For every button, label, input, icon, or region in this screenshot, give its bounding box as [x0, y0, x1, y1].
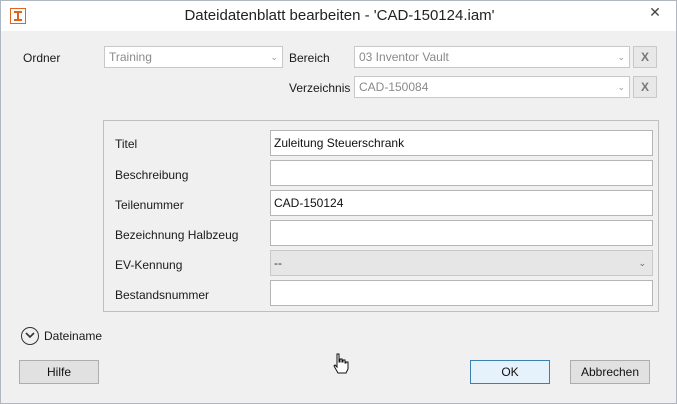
- verzeichnis-label: Verzeichnis: [289, 81, 351, 95]
- dialog-window: Dateidatenblatt bearbeiten - 'CAD-150124…: [0, 0, 677, 404]
- property-label-titel: Titel: [115, 137, 138, 151]
- verzeichnis-value: CAD-150084: [359, 80, 429, 94]
- ev-kennung-value: --: [274, 256, 282, 270]
- bestandsnummer-field[interactable]: [270, 280, 653, 306]
- titel-value: Zuleitung Steuerschrank: [274, 136, 405, 150]
- help-button[interactable]: Hilfe: [19, 360, 99, 384]
- chevron-down-icon: ⌄: [270, 52, 278, 62]
- property-label-bezeichnung-halbzeug: Bezeichnung Halbzeug: [115, 228, 239, 242]
- ordner-label: Ordner: [23, 51, 61, 65]
- close-icon: ✕: [649, 4, 661, 20]
- window-title: Dateidatenblatt bearbeiten - 'CAD-150124…: [184, 7, 495, 24]
- teilenummer-value: CAD-150124: [274, 196, 344, 210]
- verzeichnis-combo[interactable]: CAD-150084 ⌄: [354, 76, 630, 98]
- chevron-down-icon: ⌄: [617, 82, 625, 92]
- clear-verzeichnis-button[interactable]: X: [633, 76, 657, 98]
- chevron-down-circle-icon[interactable]: [21, 327, 39, 345]
- titel-field[interactable]: Zuleitung Steuerschrank: [270, 130, 653, 156]
- ev-kennung-dropdown[interactable]: -- ⌄: [270, 250, 653, 276]
- dateiname-expander-label[interactable]: Dateiname: [44, 329, 102, 343]
- clear-bereich-button[interactable]: X: [633, 46, 657, 68]
- bezeichnung-halbzeug-field[interactable]: [270, 220, 653, 246]
- title-bar[interactable]: Dateidatenblatt bearbeiten - 'CAD-150124…: [1, 1, 676, 31]
- bereich-label: Bereich: [289, 51, 330, 65]
- beschreibung-field[interactable]: [270, 160, 653, 186]
- property-label-ev-kennung: EV-Kennung: [115, 258, 183, 272]
- chevron-down-icon: ⌄: [638, 258, 646, 268]
- ordner-combo[interactable]: Training ⌄: [104, 46, 283, 68]
- close-button[interactable]: ✕: [634, 1, 676, 23]
- property-label-bestandsnummer: Bestandsnummer: [115, 288, 210, 302]
- cancel-button[interactable]: Abbrechen: [570, 360, 650, 384]
- hand-cursor-icon: [332, 353, 350, 378]
- teilenummer-field[interactable]: CAD-150124: [270, 190, 653, 216]
- chevron-down-icon: ⌄: [617, 52, 625, 62]
- bereich-combo[interactable]: 03 Inventor Vault ⌄: [354, 46, 630, 68]
- property-label-teilenummer: Teilenummer: [115, 198, 184, 212]
- ok-button[interactable]: OK: [470, 360, 550, 384]
- bereich-value: 03 Inventor Vault: [359, 50, 449, 64]
- ordner-value: Training: [109, 50, 152, 64]
- property-label-beschreibung: Beschreibung: [115, 168, 189, 182]
